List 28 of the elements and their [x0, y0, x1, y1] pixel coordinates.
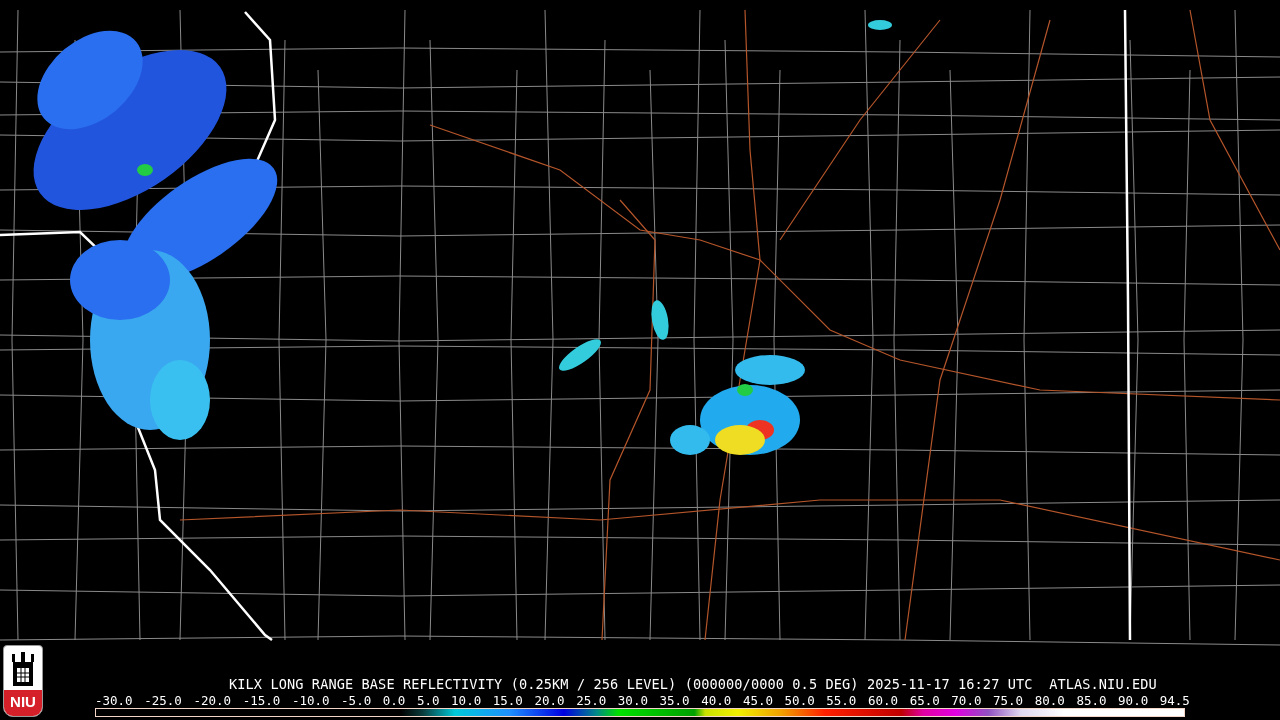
scale-label: 85.0 — [1076, 694, 1107, 708]
scale-label: 50.0 — [784, 694, 815, 708]
scale-label: 55.0 — [826, 694, 857, 708]
scale-label: 65.0 — [909, 694, 940, 708]
scale-label: 70.0 — [951, 694, 982, 708]
scale-label: 80.0 — [1034, 694, 1065, 708]
scale-label: 15.0 — [492, 694, 523, 708]
scale-label: 75.0 — [993, 694, 1024, 708]
scale-label: 90.0 — [1118, 694, 1149, 708]
logo-text: NIU — [4, 690, 42, 716]
scale-label: 0.0 — [382, 694, 406, 708]
scale-label: -20.0 — [193, 694, 232, 708]
scale-label: 45.0 — [742, 694, 773, 708]
scale-label: 94.5 — [1159, 694, 1190, 708]
scale-label: 10.0 — [451, 694, 482, 708]
scale-label: 30.0 — [617, 694, 648, 708]
scale-label: -5.0 — [341, 694, 372, 708]
scale-label: 40.0 — [701, 694, 732, 708]
product-caption: KILX LONG RANGE BASE REFLECTIVITY (0.25KM / 256 LEVEL) (000000/0000 0.5 DEG) 2025-11-17 16:27 UTC ATLAS.NIU.EDU — [229, 676, 1158, 692]
scale-label: -15.0 — [242, 694, 281, 708]
scale-label: -25.0 — [144, 694, 182, 708]
scale-label: -10.0 — [291, 694, 330, 708]
scale-label: 25.0 — [576, 694, 607, 708]
scale-label: 35.0 — [659, 694, 690, 708]
scale-label: 20.0 — [534, 694, 565, 708]
scale-label: -30.0 — [95, 694, 133, 708]
scale-label: 5.0 — [416, 694, 440, 708]
scale-label: 60.0 — [867, 694, 899, 708]
